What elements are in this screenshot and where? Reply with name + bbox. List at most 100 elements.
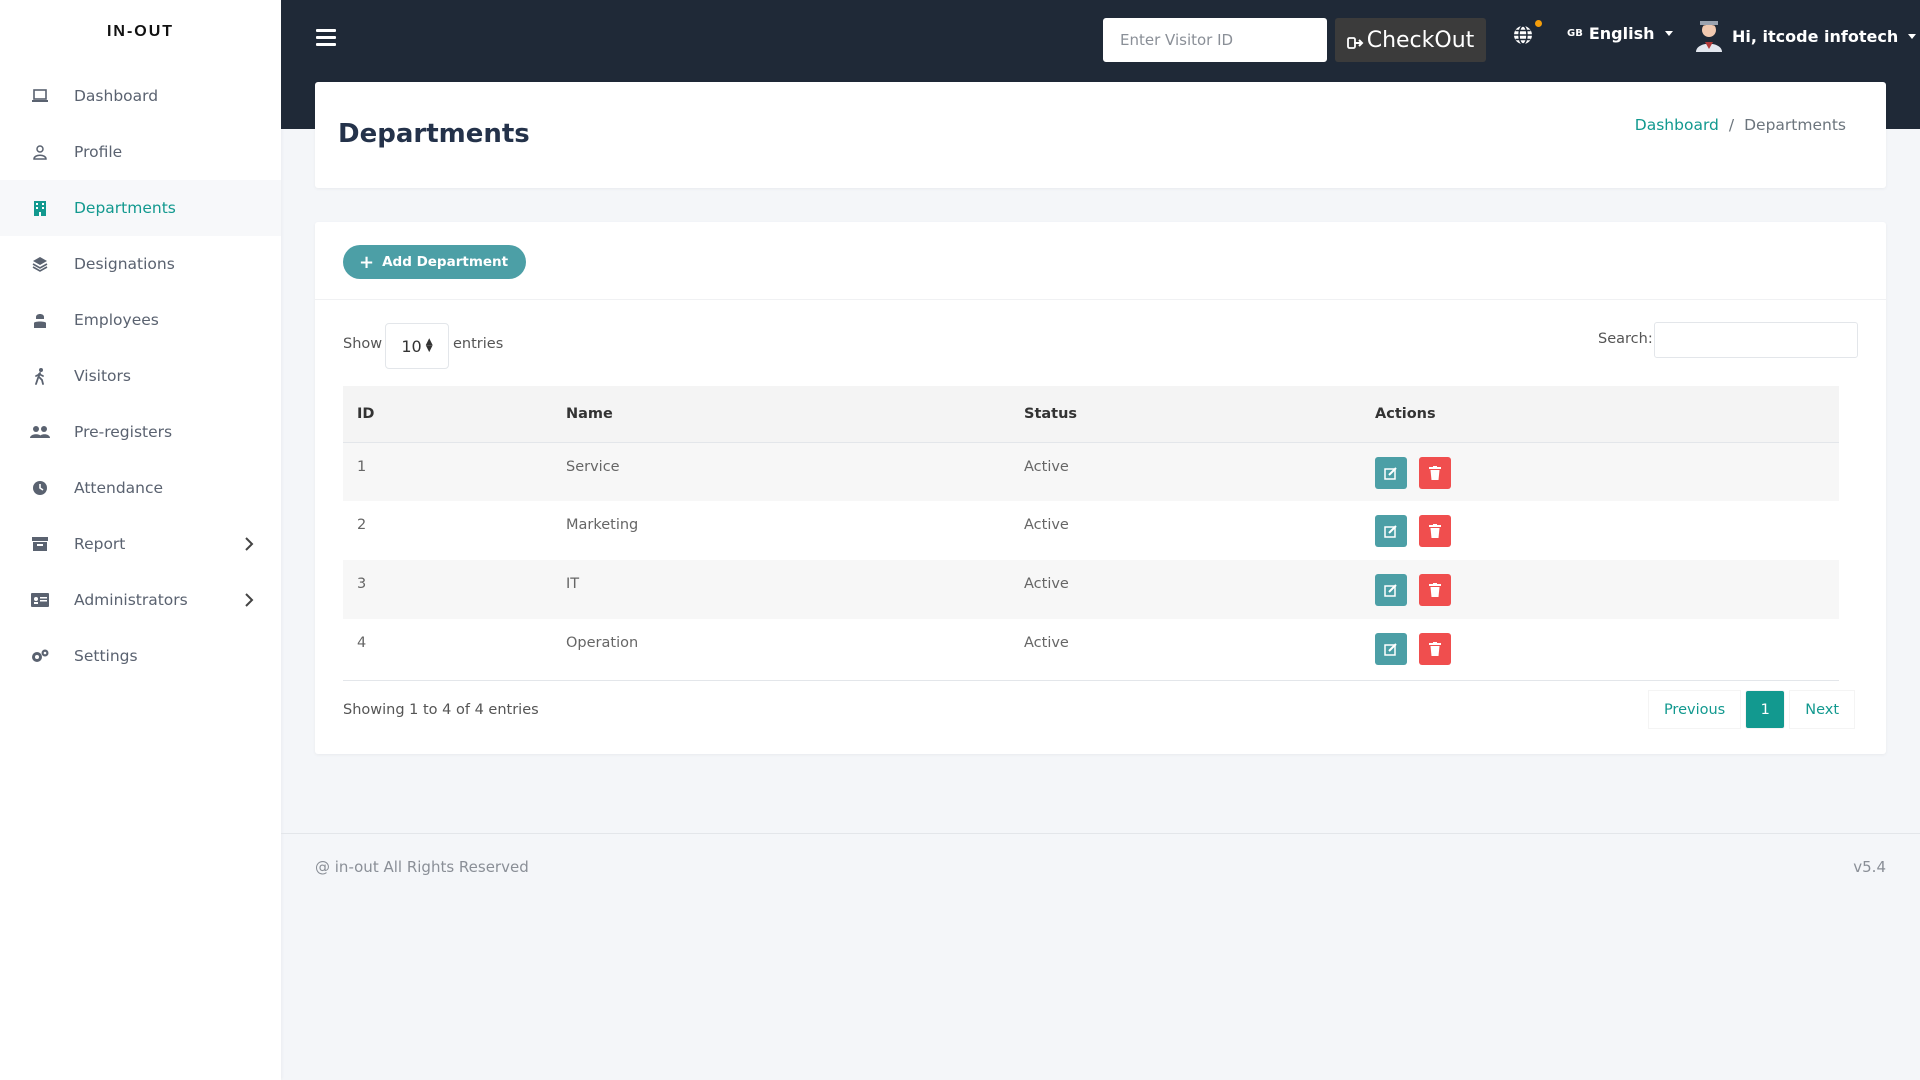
layers-icon [30, 254, 50, 274]
cell-status: Active [1024, 517, 1069, 533]
notification-dot [1535, 20, 1542, 27]
brand-logo[interactable]: IN-OUT [0, 0, 281, 64]
checkout-button[interactable]: CheckOut [1335, 18, 1486, 62]
trash-icon [1428, 524, 1441, 538]
footer-copyright: @ in-out All Rights Reserved [315, 858, 529, 876]
user-icon [30, 142, 50, 162]
delete-button[interactable] [1418, 515, 1451, 547]
laptop-icon [30, 86, 50, 106]
sidebar-item-report[interactable]: Report [0, 516, 281, 572]
user-menu[interactable]: Hi, itcode infotech [1692, 19, 1917, 53]
entries-label: entries [453, 336, 504, 352]
employee-icon [30, 310, 50, 330]
cell-actions [1361, 501, 1839, 560]
table-divider [343, 680, 1839, 681]
sidebar-item-label: Visitors [74, 367, 131, 385]
sidebar-item-departments[interactable]: Departments [0, 180, 281, 236]
cell-name: Operation [566, 635, 639, 651]
table-controls: Show 10 ▲ ▼ entries Search: [315, 300, 1886, 388]
sidebar-item-pre-registers[interactable]: Pre-registers [0, 404, 281, 460]
add-department-button[interactable]: + Add Department [343, 245, 527, 279]
table-row: 1 Service Active [343, 442, 1839, 501]
departments-card: + Add Department Show 10 ▲ ▼ entries Sear… [315, 222, 1886, 754]
trash-icon [1428, 583, 1441, 597]
trash-icon [1428, 465, 1441, 480]
cell-id: 3 [357, 576, 367, 592]
table-header-row: ID Name Status Actions [343, 386, 1839, 443]
menu-toggle-icon[interactable] [316, 29, 336, 47]
chevron-right-icon[interactable] [239, 534, 259, 554]
sidebar-item-designations[interactable]: Designations [0, 236, 281, 292]
sidebar-item-label: Dashboard [74, 87, 159, 105]
walking-icon [30, 366, 50, 386]
caret-down-icon [1664, 31, 1673, 36]
building-icon [30, 198, 50, 218]
sidebar-item-label: Pre-registers [74, 423, 173, 441]
sidebar-item-label: Departments [74, 199, 176, 217]
cogs-icon [30, 646, 50, 666]
sidebar-item-label: Profile [74, 143, 123, 161]
delete-button[interactable] [1418, 456, 1451, 489]
sidebar-item-visitors[interactable]: Visitors [0, 348, 281, 404]
cell-actions [1361, 560, 1839, 619]
search-input[interactable] [1654, 322, 1858, 358]
edit-button[interactable] [1375, 574, 1407, 606]
table-row: 4 Operation Active [343, 619, 1839, 678]
sidebar-item-label: Administrators [74, 591, 188, 609]
cell-name: Service [566, 458, 620, 475]
cell-id: 1 [357, 458, 367, 475]
cell-actions [1361, 619, 1839, 678]
clock-icon [30, 478, 50, 498]
delete-button[interactable] [1418, 633, 1451, 665]
pagination-page-1[interactable]: 1 [1746, 691, 1785, 728]
departments-table: ID Name Status Actions 1 Service Active [343, 386, 1839, 678]
sidebar-item-attendance[interactable]: Attendance [0, 460, 281, 516]
edit-icon [1384, 584, 1397, 597]
sidebar-item-label: Attendance [74, 479, 164, 497]
column-header-name[interactable]: Name [552, 386, 1010, 443]
footer-version: v5.4 [1853, 858, 1886, 876]
user-greeting: Hi, itcode infotech [1732, 26, 1899, 46]
visitor-id-input[interactable] [1103, 18, 1327, 62]
breadcrumb-dashboard-link[interactable]: Dashboard [1635, 116, 1719, 134]
page-title: Departments [338, 119, 530, 149]
sidebar-item-dashboard[interactable]: Dashboard [0, 68, 281, 124]
entries-select[interactable]: 10 ▲ ▼ [385, 323, 449, 369]
edit-icon [1384, 643, 1397, 656]
column-header-id[interactable]: ID [343, 386, 552, 443]
cell-id: 4 [357, 635, 367, 651]
globe-icon[interactable] [1512, 24, 1534, 46]
sidebar-item-administrators[interactable]: Administrators [0, 572, 281, 628]
chevron-right-icon[interactable] [239, 590, 259, 610]
sidebar-item-profile[interactable]: Profile [0, 124, 281, 180]
sidebar-item-settings[interactable]: Settings [0, 628, 281, 684]
flag-gb-icon: GB [1567, 28, 1583, 39]
language-dropdown[interactable]: GB English [1567, 24, 1673, 43]
breadcrumb-separator: / [1728, 116, 1735, 134]
sidebar-item-label: Designations [74, 255, 175, 273]
checkout-label: CheckOut [1366, 27, 1475, 53]
edit-button[interactable] [1375, 456, 1407, 489]
plus-icon: + [359, 251, 375, 273]
pagination-next[interactable]: Next [1790, 691, 1854, 728]
sidebar-item-label: Employees [74, 311, 159, 329]
pagination: Previous 1 Next [1648, 691, 1854, 728]
cell-actions [1361, 442, 1839, 501]
sort-arrows-icon: ▲ ▼ [425, 337, 433, 354]
edit-button[interactable] [1375, 633, 1407, 665]
cell-status: Active [1024, 635, 1069, 651]
table-info: Showing 1 to 4 of 4 entries [343, 702, 539, 718]
cell-status: Active [1024, 458, 1069, 475]
cell-id: 2 [357, 517, 367, 533]
sidebar-item-employees[interactable]: Employees [0, 292, 281, 348]
pagination-previous[interactable]: Previous [1648, 691, 1741, 728]
cell-name: IT [566, 576, 580, 592]
cell-name: Marketing [566, 517, 639, 533]
delete-button[interactable] [1418, 574, 1451, 606]
sign-out-icon [1346, 32, 1365, 49]
language-label: English [1588, 24, 1655, 43]
column-header-status[interactable]: Status [1010, 386, 1361, 443]
id-card-icon [30, 590, 50, 610]
column-header-actions: Actions [1361, 386, 1839, 443]
edit-button[interactable] [1375, 515, 1407, 547]
